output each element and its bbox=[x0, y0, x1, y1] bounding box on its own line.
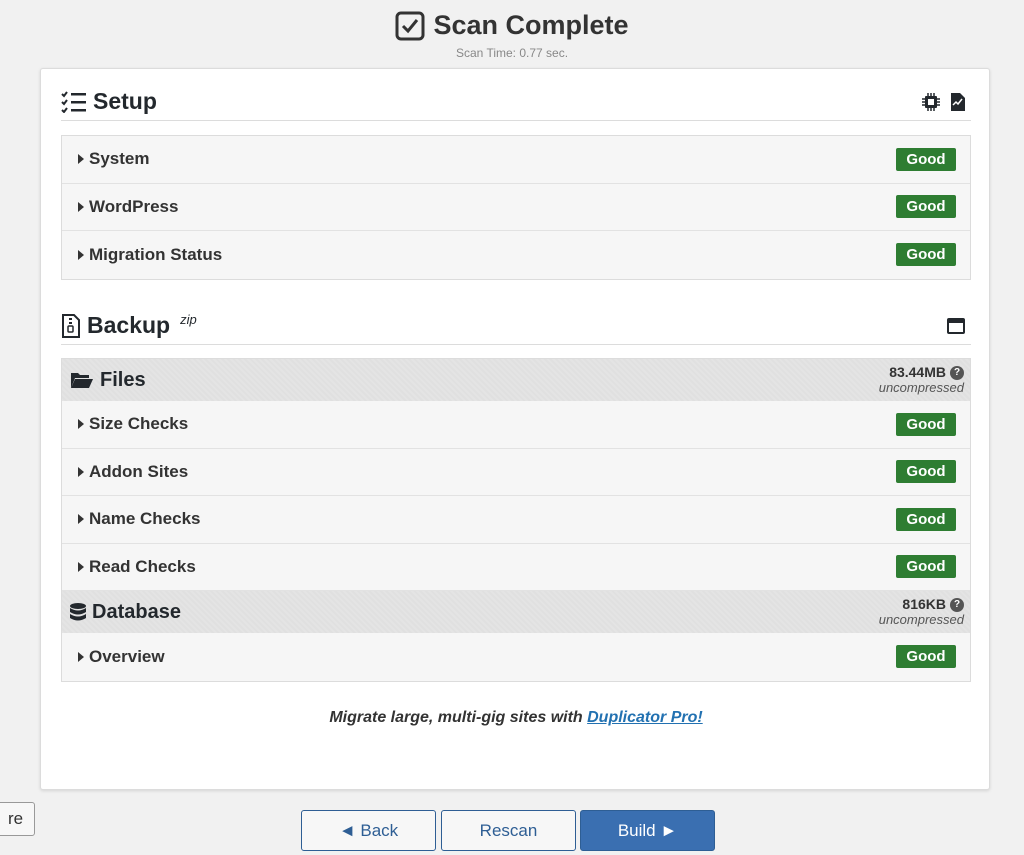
backup-tools bbox=[947, 317, 971, 334]
database-label: Database bbox=[92, 600, 181, 623]
row-label: Addon Sites bbox=[89, 461, 189, 481]
rescan-button[interactable]: Rescan bbox=[441, 810, 576, 851]
backup-section-header: Backup zip bbox=[61, 307, 971, 345]
row-label: Read Checks bbox=[89, 556, 196, 576]
promo-message: Migrate large, multi-gig sites with bbox=[329, 709, 588, 726]
row-label: Overview bbox=[89, 646, 165, 666]
back-button[interactable]: ◄ Back bbox=[301, 810, 436, 851]
status-badge: Good bbox=[896, 195, 956, 219]
setup-section-header: Setup bbox=[61, 83, 971, 121]
status-badge: Good bbox=[896, 412, 956, 436]
status-badge: Good bbox=[896, 147, 956, 171]
duplicator-pro-link[interactable]: Duplicator Pro! bbox=[587, 709, 703, 726]
scan-time: Scan Time: 0.77 sec. bbox=[455, 45, 569, 60]
caret-right-icon bbox=[78, 466, 84, 477]
database-size-value: 816KB bbox=[902, 596, 946, 612]
backup-title: Backup zip bbox=[61, 312, 197, 339]
row-label: Name Checks bbox=[89, 509, 201, 529]
setup-row-wordpress[interactable]: WordPress Good bbox=[62, 183, 970, 231]
check-square-icon bbox=[395, 11, 425, 40]
setup-row-migration-status[interactable]: Migration Status Good bbox=[62, 231, 970, 279]
database-row-overview[interactable]: Overview Good bbox=[62, 633, 970, 681]
list-check-icon bbox=[61, 90, 86, 113]
window-icon[interactable] bbox=[947, 317, 965, 334]
files-row-read-checks[interactable]: Read Checks Good bbox=[62, 543, 970, 591]
caret-right-icon bbox=[78, 201, 84, 212]
backup-title-text: Backup bbox=[87, 312, 171, 338]
scan-header: Scan Complete Scan Time: 0.77 sec. bbox=[0, 10, 1024, 60]
files-row-size-checks[interactable]: Size Checks Good bbox=[62, 401, 970, 449]
question-circle-icon[interactable]: ? bbox=[950, 597, 964, 612]
status-badge: Good bbox=[896, 645, 956, 669]
row-label: WordPress bbox=[89, 196, 179, 216]
caret-right-icon bbox=[78, 154, 84, 165]
status-badge: Good bbox=[896, 507, 956, 531]
database-size: 816KB? uncompressed bbox=[879, 597, 964, 627]
backup-checks: Files 83.44MB? uncompressed Size Checks … bbox=[61, 358, 971, 682]
backup-format: zip bbox=[180, 312, 197, 327]
status-badge: Good bbox=[896, 460, 956, 484]
folder-open-icon bbox=[71, 373, 93, 388]
files-subheader: Files 83.44MB? uncompressed bbox=[62, 359, 970, 401]
database-subheader: Database 816KB? uncompressed bbox=[62, 591, 970, 633]
caret-right-icon bbox=[78, 514, 84, 525]
files-size-note: uncompressed bbox=[878, 380, 964, 395]
caret-right-icon bbox=[78, 651, 84, 662]
setup-tools bbox=[922, 92, 971, 111]
setup-checks: System Good WordPress Good Migration Sta… bbox=[61, 135, 971, 280]
row-label: Migration Status bbox=[89, 244, 223, 264]
page-title-text: Scan Complete bbox=[433, 10, 629, 40]
files-label: Files bbox=[100, 368, 146, 391]
setup-row-system[interactable]: System Good bbox=[62, 136, 970, 184]
setup-title: Setup bbox=[61, 88, 157, 115]
question-circle-icon[interactable]: ? bbox=[950, 365, 964, 380]
setup-title-text: Setup bbox=[93, 88, 157, 114]
caret-right-icon bbox=[78, 419, 84, 430]
row-label: System bbox=[89, 149, 150, 169]
page-title: Scan Complete bbox=[395, 10, 629, 41]
row-label: Size Checks bbox=[89, 414, 189, 434]
status-badge: Good bbox=[896, 555, 956, 579]
file-zipper-icon bbox=[62, 313, 80, 338]
caret-right-icon bbox=[78, 249, 84, 260]
microchip-icon[interactable] bbox=[922, 92, 940, 111]
database-size-note: uncompressed bbox=[878, 612, 964, 627]
side-button[interactable]: re bbox=[0, 802, 35, 836]
scan-panel: Setup System Good WordPress Good Migrati… bbox=[40, 68, 990, 790]
build-button[interactable]: Build ► bbox=[580, 810, 715, 851]
status-badge: Good bbox=[896, 243, 956, 267]
promo-text: Migrate large, multi-gig sites with Dupl… bbox=[41, 709, 991, 727]
caret-right-icon bbox=[78, 561, 84, 572]
files-size-value: 83.44MB bbox=[889, 364, 946, 380]
database-icon bbox=[70, 603, 86, 621]
files-row-addon-sites[interactable]: Addon Sites Good bbox=[62, 448, 970, 496]
file-chart-icon[interactable] bbox=[950, 92, 965, 111]
files-row-name-checks[interactable]: Name Checks Good bbox=[62, 496, 970, 544]
files-size: 83.44MB? uncompressed bbox=[879, 365, 964, 395]
